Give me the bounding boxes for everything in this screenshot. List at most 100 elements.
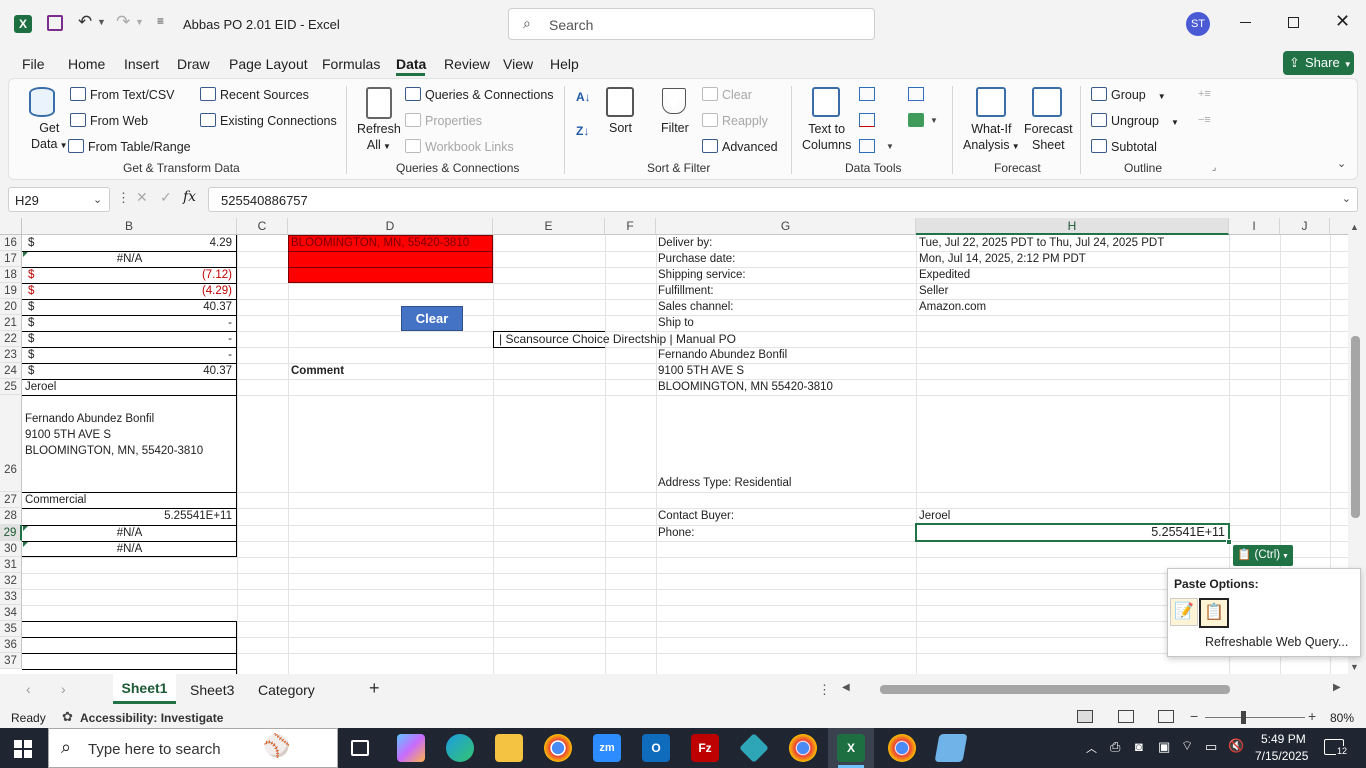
cell-b21[interactable]: - — [225, 315, 235, 331]
expand-formula-icon[interactable]: ⌄ — [1342, 192, 1351, 205]
network-icon[interactable]: ▭ — [1205, 739, 1217, 755]
row-header[interactable]: 18 — [0, 267, 22, 283]
sheet-tab-sheet1[interactable]: Sheet1 — [113, 674, 176, 704]
flash-fill-icon[interactable] — [859, 87, 875, 101]
row-header[interactable]: 19 — [0, 283, 22, 299]
cell-b27[interactable]: Commercial — [22, 492, 89, 508]
tab-file[interactable]: File — [22, 56, 45, 72]
subtotal-button[interactable]: Subtotal — [1091, 139, 1157, 154]
name-box-dropdown-icon[interactable]: ⌄ — [93, 193, 102, 206]
cell-g24[interactable]: 9100 5TH AVE S — [655, 363, 747, 379]
accessibility-status[interactable]: Accessibility: Investigate — [80, 711, 223, 725]
printer-icon[interactable]: ⎙ — [1110, 739, 1120, 755]
cell-g21[interactable]: Ship to — [655, 315, 697, 331]
add-sheet-button[interactable]: + — [369, 678, 380, 699]
tab-insert[interactable]: Insert — [124, 56, 159, 72]
column-header-e[interactable]: E — [493, 218, 605, 235]
select-all-corner[interactable] — [0, 218, 22, 235]
clock-date[interactable]: 7/15/2025 — [1255, 749, 1308, 763]
column-header-h[interactable]: H — [916, 218, 1229, 235]
row-header[interactable]: 26 — [0, 395, 22, 492]
text-to-columns-button[interactable]: Text to Columns — [802, 121, 851, 153]
clock-time[interactable]: 5:49 PM — [1261, 732, 1306, 746]
remove-duplicates-icon[interactable] — [859, 113, 875, 127]
copilot-icon[interactable] — [397, 734, 425, 762]
undo-dropdown-icon[interactable]: ▼ — [97, 17, 106, 27]
page-layout-view-icon[interactable] — [1118, 710, 1134, 723]
row-header[interactable]: 37 — [0, 653, 22, 669]
scroll-down-icon[interactable]: ▼ — [1350, 662, 1359, 672]
row-header[interactable]: 36 — [0, 637, 22, 653]
paste-match-destination-icon[interactable]: 📋 — [1199, 598, 1229, 628]
zoom-slider[interactable] — [1205, 717, 1305, 718]
column-header-b[interactable]: B — [22, 218, 237, 235]
paste-keep-formatting-icon[interactable]: 📝 — [1170, 598, 1198, 626]
app-icon[interactable] — [739, 733, 769, 763]
sort-button[interactable]: Sort — [609, 121, 632, 135]
recent-sources-button[interactable]: Recent Sources — [200, 87, 309, 102]
tab-scroll-right-icon[interactable]: › — [61, 681, 66, 697]
task-view-icon[interactable] — [351, 740, 369, 756]
cell-g16[interactable]: Deliver by: — [655, 235, 715, 251]
chrome-profile-icon[interactable] — [789, 734, 817, 762]
row-header[interactable]: 20 — [0, 299, 22, 315]
vertical-scroll-thumb[interactable] — [1351, 336, 1360, 518]
tab-review[interactable]: Review — [444, 56, 490, 72]
cell-b29[interactable]: #N/A — [22, 525, 237, 541]
undo-icon[interactable]: ↶ — [78, 12, 92, 32]
customize-toolbar-icon[interactable]: ≡ — [157, 14, 164, 28]
cell-b30[interactable]: #N/A — [22, 541, 237, 557]
display-icon[interactable]: ▣ — [1158, 739, 1170, 755]
queries-connections-button[interactable]: Queries & Connections — [405, 87, 554, 102]
insert-function-button[interactable]: fx — [183, 189, 196, 205]
ungroup-button[interactable]: Ungroup ▼ — [1091, 113, 1179, 128]
chrome-second-icon[interactable] — [888, 734, 916, 762]
row-header[interactable]: 27 — [0, 492, 22, 508]
cell-h20[interactable]: Amazon.com — [916, 299, 989, 315]
name-box[interactable]: H29 ⌄ — [8, 187, 110, 212]
tab-data[interactable]: Data — [396, 56, 426, 72]
formula-input[interactable]: 525540886757 ⌄ — [208, 187, 1358, 212]
cell-b17[interactable]: #N/A — [22, 251, 237, 267]
refreshable-web-query-item[interactable]: Refreshable Web Query... — [1205, 635, 1348, 649]
cell-h18[interactable]: Expedited — [916, 267, 973, 283]
row-header[interactable]: 24 — [0, 363, 22, 379]
row-header[interactable]: 23 — [0, 347, 22, 363]
from-text-csv-button[interactable]: From Text/CSV — [70, 87, 175, 102]
advanced-button[interactable]: Advanced — [702, 139, 778, 154]
cell-b24[interactable]: 40.37 — [200, 363, 235, 379]
column-header-g[interactable]: G — [656, 218, 916, 235]
cell-b16[interactable]: 4.29 — [207, 235, 235, 251]
column-header-c[interactable]: C — [237, 218, 288, 235]
consolidate-icon[interactable] — [908, 87, 924, 101]
close-icon[interactable]: ✕ — [1335, 11, 1350, 32]
cell-g19[interactable]: Fulfillment: — [655, 283, 717, 299]
from-web-button[interactable]: From Web — [70, 113, 148, 128]
cell-b18[interactable]: (7.12) — [199, 267, 235, 283]
clear-button[interactable]: Clear — [401, 306, 463, 331]
cell-b28[interactable]: 5.25541E+11 — [161, 508, 235, 524]
cell-e22[interactable]: | Scansource Choice Directship | Manual … — [496, 331, 739, 347]
zoom-slider-thumb[interactable] — [1241, 711, 1246, 724]
search-box[interactable]: ⌕ Search — [508, 8, 875, 40]
sort-az-icon[interactable]: A↓ — [576, 90, 591, 104]
collapse-ribbon-icon[interactable]: ⌄ — [1337, 157, 1346, 170]
windows-start-icon[interactable] — [14, 740, 32, 758]
normal-view-icon[interactable] — [1077, 710, 1093, 723]
worksheet-grid[interactable]: B C D E F G H I J 16 17 18 19 20 21 22 2… — [0, 218, 1366, 674]
camera-icon[interactable]: ◙ — [1135, 739, 1143, 754]
zoom-icon[interactable]: zm — [593, 734, 621, 762]
restore-icon[interactable] — [1288, 17, 1299, 28]
row-header[interactable]: 32 — [0, 573, 22, 589]
cell-g18[interactable]: Shipping service: — [655, 267, 749, 283]
cell-b23[interactable]: - — [225, 347, 235, 363]
existing-connections-button[interactable]: Existing Connections — [200, 113, 337, 128]
row-header[interactable]: 33 — [0, 589, 22, 605]
wifi-icon[interactable]: ⌔ — [1181, 738, 1193, 754]
from-table-range-button[interactable]: From Table/Range — [68, 139, 191, 154]
column-header-d[interactable]: D — [288, 218, 493, 235]
sheet-tab-category[interactable]: Category — [258, 682, 315, 698]
page-break-view-icon[interactable] — [1158, 710, 1174, 723]
row-header[interactable]: 17 — [0, 251, 22, 267]
show-hidden-icons[interactable]: ︿ — [1086, 740, 1097, 756]
